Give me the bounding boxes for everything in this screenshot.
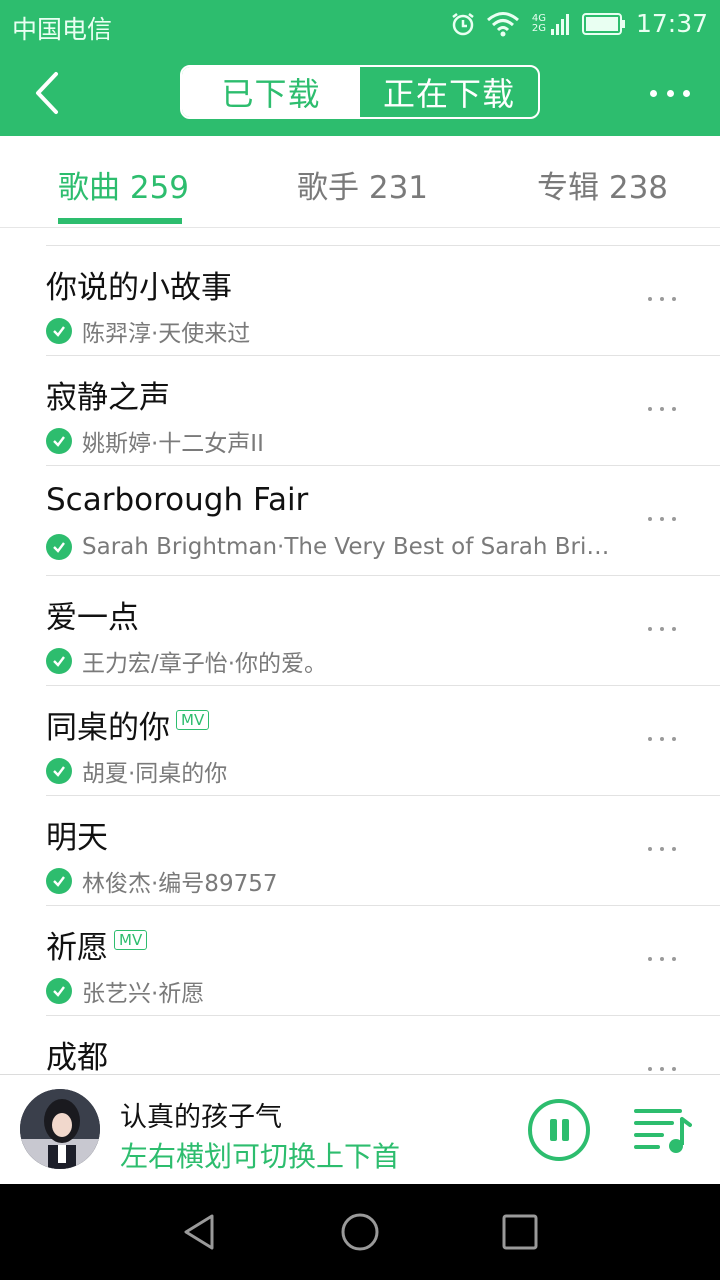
segment-downloading[interactable]: 正在下载 [360,67,538,117]
downloaded-check-icon [46,648,72,674]
nav-recents-button[interactable] [500,1212,540,1252]
segment-downloaded[interactable]: 已下载 [182,67,360,117]
tab-songs[interactable]: 歌曲 259 [58,162,189,207]
song-row[interactable]: 成都 [46,1015,720,1074]
clock: 17:37 [635,9,708,38]
song-title: 你说的小故事 [46,270,232,306]
category-tabs: 歌曲 259 歌手 231 专辑 238 [0,136,720,228]
swipe-hint: 左右横划可切换上下首 [120,1140,401,1173]
song-subtitle: 王力宏/章子怡·你的爱。 [46,644,616,678]
song-subtitle: 姚斯婷·十二女声II [46,424,616,458]
song-row[interactable]: 寂静之声 姚斯婷·十二女声II [46,355,720,465]
active-tab-indicator [58,218,182,224]
song-more-button[interactable] [648,404,676,414]
song-more-button[interactable] [648,844,676,854]
song-subtitle: 林俊杰·编号89757 [46,864,616,898]
album-cover[interactable] [20,1089,100,1169]
back-button[interactable] [28,66,68,120]
system-nav-bar [0,1184,720,1280]
nav-home-button[interactable] [340,1212,380,1252]
alarm-icon [452,12,474,35]
song-subtitle: 胡夏·同桌的你 [46,754,616,788]
song-title: 成都 [46,1040,108,1074]
song-more-button[interactable] [648,514,676,524]
network-label: 4G 2G [531,12,547,34]
nav-recents-icon [502,1214,538,1250]
song-row[interactable]: 祈愿 MV 张艺兴·祈愿 [46,905,720,1015]
song-more-button[interactable] [648,954,676,964]
song-subtitle: 陈羿淳·天使来过 [46,314,616,348]
nav-back-button[interactable] [180,1212,220,1252]
song-more-button[interactable] [648,734,676,744]
status-bar: 中国电信 4G 2G 17:37 [0,0,720,50]
downloaded-check-icon [46,428,72,454]
song-title: 明天 [46,820,108,856]
back-icon [36,72,58,114]
mv-badge[interactable]: MV [176,709,210,730]
downloaded-check-icon [46,534,72,560]
nav-home-icon [341,1213,379,1251]
tab-albums[interactable]: 专辑 238 [537,162,668,207]
app-header: 已下载 正在下载 [0,50,720,136]
song-row[interactable]: 同桌的你 MV 胡夏·同桌的你 [46,685,720,795]
song-title: 爱一点 [46,600,139,636]
song-row[interactable]: 明天 林俊杰·编号89757 [46,795,720,905]
mini-player[interactable]: 认真的孩子气 左右横划可切换上下首 [0,1074,720,1184]
song-subtitle: Sarah Brightman·The Very Best of Sarah B… [46,534,616,560]
status-icons: 4G 2G 17:37 [450,9,708,38]
now-playing-title: 认真的孩子气 [120,1102,282,1133]
song-row[interactable]: 爱一点 王力宏/章子怡·你的爱。 [46,575,720,685]
song-more-button[interactable] [648,1064,676,1074]
song-title: Scarborough Fair [46,482,309,518]
battery-icon [581,12,625,35]
playlist-button[interactable] [632,1105,692,1155]
tab-artists[interactable]: 歌手 231 [297,162,428,207]
downloaded-check-icon [46,318,72,344]
song-list[interactable]: 你说的小故事 陈羿淳·天使来过 寂静之声 姚斯婷·十二女声II Scarboro… [0,228,720,1074]
song-row[interactable]: Scarborough Fair Sarah Brightman·The Ver… [46,465,720,575]
song-row[interactable]: 你说的小故事 陈羿淳·天使来过 [46,245,720,355]
more-icon [650,89,657,97]
playlist-icon [634,1109,692,1153]
downloaded-check-icon [46,868,72,894]
downloaded-check-icon [46,978,72,1004]
song-title: 寂静之声 [46,380,170,416]
download-segmented-control: 已下载 正在下载 [180,65,540,119]
wifi-icon [486,11,519,36]
song-title: 同桌的你 MV [46,702,210,747]
nav-back-icon [184,1214,214,1250]
more-button[interactable] [650,78,690,108]
cover-art-image [20,1089,100,1169]
song-subtitle: 张艺兴·祈愿 [46,974,616,1008]
song-more-button[interactable] [648,624,676,634]
pause-button[interactable] [528,1099,590,1161]
carrier-label: 中国电信 [12,15,113,44]
downloaded-check-icon [46,758,72,784]
song-title: 祈愿 MV [46,922,148,967]
signal-icon [550,13,569,35]
mv-badge[interactable]: MV [114,929,148,950]
song-more-button[interactable] [648,294,676,304]
